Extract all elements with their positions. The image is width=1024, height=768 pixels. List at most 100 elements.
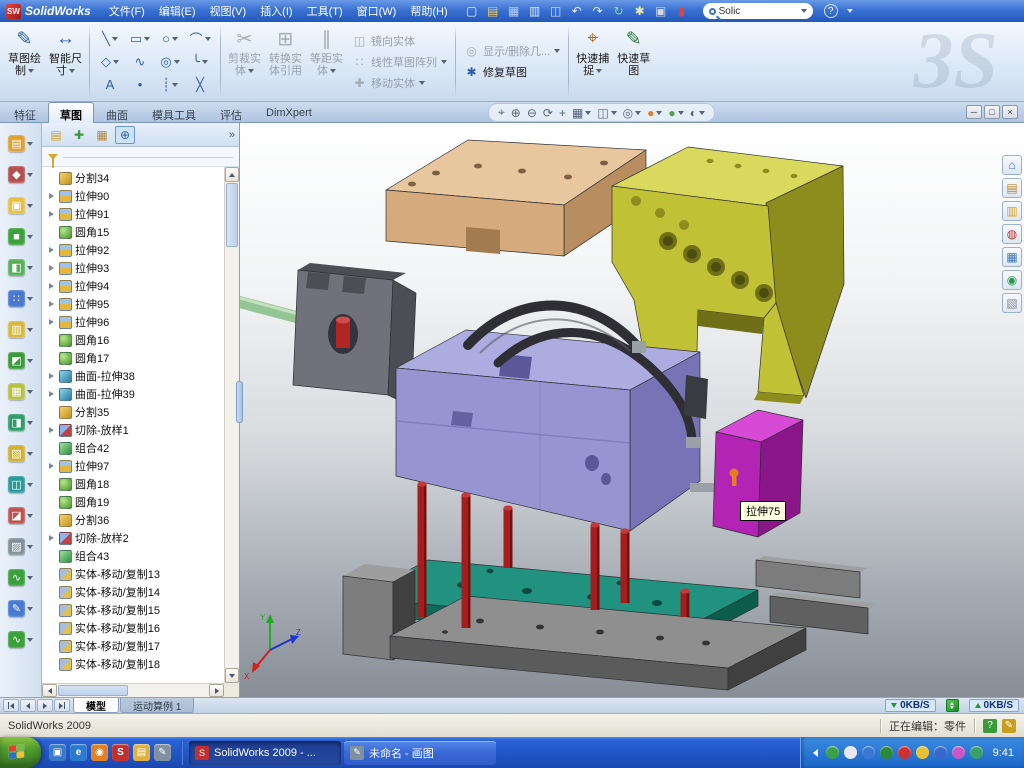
- tray-update-icon[interactable]: [916, 746, 929, 759]
- file-explorer-button[interactable]: ▥: [1002, 201, 1022, 221]
- side-tool-7[interactable]: ▥: [0, 314, 41, 345]
- zoom-out-icon[interactable]: ⊖: [527, 106, 537, 120]
- feature-tree-item[interactable]: 圆角15: [42, 223, 224, 241]
- minimize-document-button[interactable]: ─: [966, 105, 982, 119]
- feature-tree-item[interactable]: 圆角17: [42, 349, 224, 367]
- trim-entities-button[interactable]: ✂剪裁实体: [224, 24, 265, 99]
- rapid-sketch-button[interactable]: ✎快速草图: [613, 24, 654, 99]
- dropdown-arrow-icon[interactable]: [69, 69, 75, 73]
- linear-sketch-pattern-button[interactable]: ∷线性草图阵列: [349, 53, 450, 71]
- polygon-tool[interactable]: ◇: [95, 50, 125, 73]
- trim-quick-tool[interactable]: ╳: [185, 73, 215, 96]
- ellipse-tool[interactable]: ◎: [155, 50, 185, 73]
- side-tool-5[interactable]: ◧: [0, 252, 41, 283]
- scroll-right-button[interactable]: [209, 684, 224, 697]
- status-sketch-icon[interactable]: ✎: [1002, 719, 1016, 733]
- quick-snaps-button[interactable]: ⌖快速捕捉: [572, 24, 613, 99]
- command-tab-2[interactable]: 草图: [48, 102, 94, 123]
- command-tab-1[interactable]: 特征: [2, 102, 48, 123]
- tray-security-icon[interactable]: [880, 746, 893, 759]
- flyout-arrow-icon[interactable]: [27, 483, 33, 487]
- dropdown-arrow-icon[interactable]: [172, 83, 178, 87]
- tree-horizontal-scrollbar[interactable]: [42, 683, 224, 697]
- nav-last-button[interactable]: [54, 699, 70, 712]
- edit-appearance-icon[interactable]: ●: [647, 106, 662, 120]
- redo-icon[interactable]: ↷: [590, 3, 606, 19]
- folders-icon[interactable]: ▤: [133, 744, 150, 761]
- offset-entities-button[interactable]: ∥等距实体: [306, 24, 347, 99]
- side-tool-6[interactable]: ∷: [0, 283, 41, 314]
- expand-arrow-icon[interactable]: [47, 210, 56, 219]
- rectangle-tool[interactable]: ▭: [125, 27, 155, 50]
- expand-arrow-icon[interactable]: [47, 246, 56, 255]
- side-tool-12[interactable]: ◫: [0, 469, 41, 500]
- help-button[interactable]: ?: [824, 4, 838, 18]
- scroll-left-button[interactable]: [42, 684, 57, 697]
- zoom-to-area-icon[interactable]: ⊕: [511, 106, 521, 120]
- part-core-block[interactable]: [396, 330, 700, 531]
- menu-item-3[interactable]: 视图(V): [203, 0, 254, 22]
- dropdown-arrow-icon[interactable]: [144, 37, 150, 41]
- menu-item-4[interactable]: 插入(I): [253, 0, 299, 22]
- spline-tool[interactable]: ∿: [125, 50, 155, 73]
- custom-properties-button[interactable]: ▦: [1002, 247, 1022, 267]
- feature-tree-item[interactable]: 圆角16: [42, 331, 224, 349]
- feature-tree-item[interactable]: 实体-移动/复制16: [42, 619, 224, 637]
- dropdown-arrow-icon[interactable]: [248, 69, 254, 73]
- side-tool-17[interactable]: ∿: [0, 624, 41, 655]
- restore-document-button[interactable]: □: [984, 105, 1000, 119]
- feature-tree-item[interactable]: 实体-移动/复制18: [42, 655, 224, 673]
- circle-tool[interactable]: ○: [155, 27, 185, 50]
- menu-item-1[interactable]: 文件(F): [102, 0, 152, 22]
- new-document-icon[interactable]: ▢: [464, 3, 480, 19]
- flyout-arrow-icon[interactable]: [27, 607, 33, 611]
- expand-arrow-icon[interactable]: [47, 264, 56, 273]
- search-dropdown-icon[interactable]: [801, 9, 807, 13]
- pan-view-icon[interactable]: +: [559, 106, 566, 120]
- home-button[interactable]: ⌂: [1002, 155, 1022, 175]
- apply-scene-icon[interactable]: ●: [668, 106, 683, 120]
- centerline-tool[interactable]: ┊: [155, 73, 185, 96]
- dropdown-arrow-icon[interactable]: [205, 37, 211, 41]
- toolbar-overflow-icon[interactable]: [847, 9, 853, 13]
- side-tool-16[interactable]: ✎: [0, 593, 41, 624]
- dropdown-arrow-icon[interactable]: [419, 81, 425, 85]
- repair-sketch-button[interactable]: ✱修复草图: [461, 63, 563, 81]
- flyout-arrow-icon[interactable]: [27, 545, 33, 549]
- view-settings-icon[interactable]: ◐: [690, 106, 705, 120]
- panel-splitter-handle[interactable]: [236, 381, 243, 423]
- side-tool-14[interactable]: ▨: [0, 531, 41, 562]
- feature-tree-item[interactable]: 拉伸94: [42, 277, 224, 295]
- feature-tree-item[interactable]: 分割36: [42, 511, 224, 529]
- feature-tree-item[interactable]: 曲面-拉伸38: [42, 367, 224, 385]
- feature-tree-item[interactable]: 实体-移动/复制15: [42, 601, 224, 619]
- flyout-arrow-icon[interactable]: [27, 421, 33, 425]
- convert-entities-button[interactable]: ⊞转换实体引用: [265, 24, 306, 99]
- expand-arrow-icon[interactable]: [47, 318, 56, 327]
- nav-first-button[interactable]: [3, 699, 19, 712]
- smart-dimension-button[interactable]: ↔智能尺寸: [45, 24, 86, 99]
- part-top-plate[interactable]: [386, 140, 646, 256]
- filter-icon[interactable]: [48, 154, 58, 160]
- tray-messenger-icon[interactable]: [952, 746, 965, 759]
- command-tab-3[interactable]: 曲面: [94, 102, 140, 123]
- paint-icon[interactable]: ✎: [154, 744, 171, 761]
- zoom-fit-icon[interactable]: ⌖: [498, 105, 505, 120]
- line-tool[interactable]: ╲: [95, 27, 125, 50]
- scroll-up-button[interactable]: [225, 167, 239, 182]
- close-document-button[interactable]: ×: [1002, 105, 1018, 119]
- scroll-down-button[interactable]: [225, 668, 239, 683]
- flyout-arrow-icon[interactable]: [27, 359, 33, 363]
- expand-arrow-icon[interactable]: [47, 282, 56, 291]
- feature-tree-item[interactable]: 实体-移动/复制13: [42, 565, 224, 583]
- feature-tree-item[interactable]: 拉伸90: [42, 187, 224, 205]
- feature-tree-item[interactable]: 拉伸95: [42, 295, 224, 313]
- side-tool-4[interactable]: ■: [0, 221, 41, 252]
- configuration-manager-tab[interactable]: ▦: [92, 126, 112, 144]
- expand-arrow-icon[interactable]: [47, 192, 56, 201]
- nav-next-button[interactable]: [37, 699, 53, 712]
- dropdown-arrow-icon[interactable]: [678, 111, 684, 115]
- side-tool-8[interactable]: ◩: [0, 345, 41, 376]
- print-document-icon[interactable]: ▥: [527, 3, 543, 19]
- rebuild-icon[interactable]: ↻: [611, 3, 627, 19]
